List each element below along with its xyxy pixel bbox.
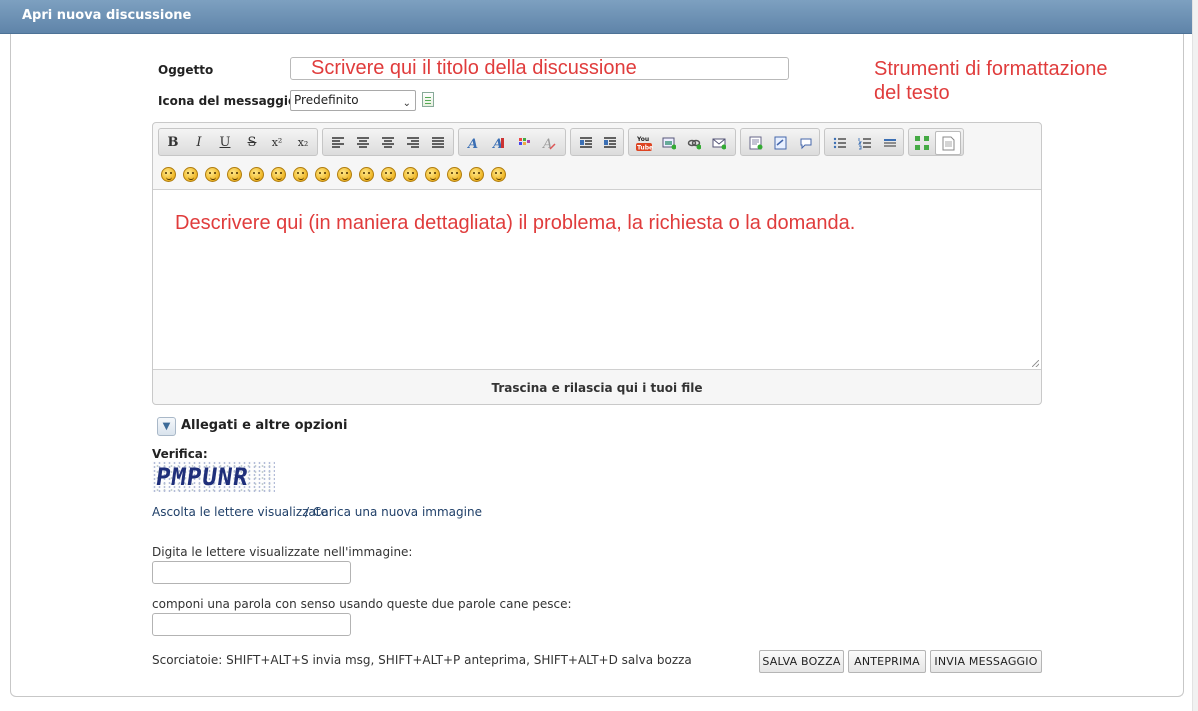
quote-group <box>740 128 820 156</box>
text-style-group: B I U S x² x₂ <box>158 128 318 156</box>
smile-icon[interactable] <box>161 167 176 182</box>
source-mode-button[interactable] <box>935 131 961 155</box>
bold-button[interactable]: B <box>163 133 183 153</box>
message-body-textarea[interactable]: Descrivere qui (in maniera dettagliata) … <box>153 189 1041 370</box>
font-color-icon[interactable] <box>517 136 531 150</box>
insert-image-icon[interactable] <box>662 136 676 150</box>
remove-format-icon[interactable]: A <box>542 136 556 150</box>
svg-text:You: You <box>636 136 649 143</box>
triangle-down-icon: ▼ <box>162 421 171 432</box>
thinking-icon[interactable] <box>447 167 462 182</box>
reload-image-link[interactable]: Carica una nuova immagine <box>313 505 482 519</box>
send-message-button[interactable]: INVIA MESSAGGIO <box>930 650 1042 673</box>
insert-email-icon[interactable] <box>712 136 726 150</box>
insert-link-icon[interactable] <box>687 136 701 150</box>
resize-handle-icon[interactable] <box>1032 360 1039 367</box>
bulleted-list-icon[interactable] <box>833 136 847 150</box>
svg-text:Tube: Tube <box>637 145 653 152</box>
insert-media-group: You Tube <box>628 128 736 156</box>
options-label[interactable]: Allegati e altre opzioni <box>181 418 348 433</box>
link-separator: / <box>305 505 310 519</box>
italic-button[interactable]: I <box>189 133 209 153</box>
file-dropzone[interactable]: Trascina e rilascia qui i tuoi file <box>153 371 1041 405</box>
list-group <box>824 128 904 156</box>
rolleyes-icon[interactable] <box>359 167 374 182</box>
frown-icon[interactable] <box>403 167 418 182</box>
grin-icon[interactable] <box>205 167 220 182</box>
panel-title: Apri nuova discussione <box>22 8 192 23</box>
strikethrough-button[interactable]: S <box>242 133 262 153</box>
subject-label: Oggetto <box>158 63 214 77</box>
listen-letters-link[interactable]: Ascolta le lettere visualizzate <box>152 505 328 519</box>
wink-icon[interactable] <box>183 167 198 182</box>
scrollbar[interactable] <box>1192 0 1198 711</box>
message-icon-label: Icona del messaggio <box>158 94 297 108</box>
chevron-down-icon: ⌄ <box>402 98 411 109</box>
question-label: componi una parola con senso usando ques… <box>152 597 572 611</box>
font-group: A A A <box>458 128 566 156</box>
laugh-icon[interactable] <box>227 167 242 182</box>
message-icon-preview-icon <box>422 92 434 107</box>
cool-icon[interactable] <box>315 167 330 182</box>
subscript-button[interactable]: x₂ <box>293 133 313 153</box>
verification-label: Verifica: <box>152 447 208 461</box>
message-body-text: Descrivere qui (in maniera dettagliata) … <box>175 212 856 234</box>
insert-quote-icon[interactable] <box>774 136 788 150</box>
numbered-list-icon[interactable] <box>858 136 872 150</box>
captcha-input[interactable] <box>152 561 351 584</box>
subject-input[interactable]: Scrivere qui il titolo della discussione <box>290 57 789 80</box>
align-justify-icon[interactable] <box>431 136 445 150</box>
indent-group <box>570 128 624 156</box>
speech-bubble-icon[interactable] <box>799 136 813 150</box>
indent-icon[interactable] <box>603 136 617 150</box>
message-icon-select-value: Predefinito <box>294 93 359 107</box>
insert-code-icon[interactable] <box>749 136 763 150</box>
expand-options-button[interactable]: ▼ <box>157 417 176 436</box>
fullscreen-icon[interactable] <box>915 136 929 150</box>
confused-icon[interactable] <box>337 167 352 182</box>
type-letters-label: Digita le lettere visualizzate nell'imma… <box>152 545 413 559</box>
align-center-alt-icon[interactable] <box>381 136 395 150</box>
youtube-icon[interactable]: You Tube <box>635 134 653 152</box>
formatting-annotation-line2: del testo <box>874 82 950 104</box>
svg-text:A: A <box>467 137 478 150</box>
save-draft-button[interactable]: SALVA BOZZA <box>759 650 844 673</box>
eek-icon[interactable] <box>293 167 308 182</box>
message-icon-select[interactable]: Predefinito ⌄ <box>290 90 416 111</box>
document-icon <box>942 136 955 151</box>
kiss-icon[interactable] <box>469 167 484 182</box>
angry-icon[interactable] <box>249 167 264 182</box>
view-group <box>908 128 964 156</box>
align-center-icon[interactable] <box>356 136 370 150</box>
captcha-image: PMPUNR <box>152 461 275 492</box>
captcha-text: PMPUNR <box>154 463 251 491</box>
shocked-icon[interactable] <box>425 167 440 182</box>
tongue-icon[interactable] <box>381 167 396 182</box>
sad-icon[interactable] <box>271 167 286 182</box>
question-answer-input[interactable] <box>152 613 351 636</box>
font-family-icon[interactable]: A <box>467 136 481 150</box>
alignment-group <box>322 128 454 156</box>
editor: B I U S x² x₂ A A A You Tube Descrivere … <box>152 122 1042 405</box>
align-right-icon[interactable] <box>406 136 420 150</box>
font-size-icon[interactable]: A <box>492 136 506 150</box>
embarrassed-icon[interactable] <box>491 167 506 182</box>
underline-button[interactable]: U <box>215 133 235 153</box>
outdent-icon[interactable] <box>579 136 593 150</box>
align-left-icon[interactable] <box>331 136 345 150</box>
shortcuts-text: Scorciatoie: SHIFT+ALT+S invia msg, SHIF… <box>152 653 692 667</box>
horizontal-rule-icon[interactable] <box>883 136 897 150</box>
preview-button[interactable]: ANTEPRIMA <box>848 650 926 673</box>
formatting-annotation-line1: Strumenti di formattazione <box>874 58 1108 80</box>
superscript-button[interactable]: x² <box>267 133 287 153</box>
panel-header: Apri nuova discussione <box>0 0 1198 34</box>
